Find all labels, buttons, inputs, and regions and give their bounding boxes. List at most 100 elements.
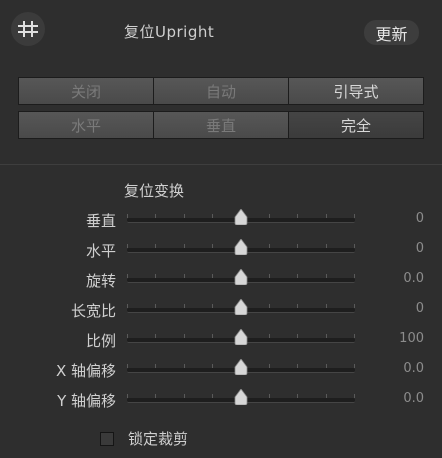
slider-tick (354, 274, 355, 278)
slider-row-y-offset: Y 轴偏移 0.0 (0, 388, 442, 412)
slider-tick (184, 394, 185, 398)
slider-row-scale: 比例 100 (0, 328, 442, 352)
slider-tick (155, 304, 156, 308)
slider-track-vertical[interactable] (127, 209, 355, 225)
slider-tick (127, 334, 128, 338)
transform-section-title: 复位变换 (124, 182, 185, 200)
slider-value-horizontal[interactable]: 0 (416, 241, 424, 256)
lock-crop-label: 锁定裁剪 (128, 430, 189, 448)
slider-tick (155, 364, 156, 368)
slider-tick (326, 274, 327, 278)
slider-tick (354, 304, 355, 308)
slider-label-rotate: 旋转 (85, 272, 116, 290)
slider-tick (326, 394, 327, 398)
slider-tick (184, 274, 185, 278)
slider-tick (127, 214, 128, 218)
slider-tick (184, 304, 185, 308)
update-button[interactable]: 更新 (364, 20, 419, 45)
slider-tick (269, 334, 270, 338)
panel-title: 复位Upright (124, 23, 215, 41)
slider-tick (326, 364, 327, 368)
slider-track-rotate[interactable] (127, 269, 355, 285)
lock-crop-option[interactable]: 锁定裁剪 (100, 428, 188, 449)
slider-tick (212, 214, 213, 218)
slider-tick (354, 334, 355, 338)
slider-track-x-offset[interactable] (127, 359, 355, 375)
slider-label-aspect: 长宽比 (70, 302, 116, 320)
mode-guided-button[interactable]: 引导式 (289, 78, 423, 104)
slider-value-aspect[interactable]: 0 (416, 301, 424, 316)
lock-crop-checkbox[interactable] (100, 431, 114, 446)
upright-mode-row-2: 水平 垂直 完全 (18, 111, 424, 139)
slider-tick (269, 364, 270, 368)
mode-off-button[interactable]: 关闭 (19, 78, 154, 104)
slider-tick (354, 244, 355, 248)
slider-tick (297, 244, 298, 248)
slider-tick (212, 244, 213, 248)
slider-tick (127, 394, 128, 398)
slider-tick (297, 274, 298, 278)
upright-grid-icon (18, 21, 38, 37)
slider-tick (155, 334, 156, 338)
slider-value-rotate[interactable]: 0.0 (403, 271, 424, 286)
slider-tick (155, 214, 156, 218)
slider-label-y-offset: Y 轴偏移 (57, 392, 116, 410)
slider-track-horizontal[interactable] (127, 239, 355, 255)
slider-tick (326, 214, 327, 218)
slider-track-aspect[interactable] (127, 299, 355, 315)
slider-tick (269, 394, 270, 398)
slider-value-scale[interactable]: 100 (399, 331, 424, 346)
slider-tick (269, 214, 270, 218)
slider-tick (354, 364, 355, 368)
slider-tick (326, 244, 327, 248)
mode-level-button[interactable]: 水平 (19, 112, 154, 138)
slider-tick (127, 364, 128, 368)
upright-mode-row-1: 关闭 自动 引导式 (18, 77, 424, 105)
slider-tick (212, 304, 213, 308)
slider-value-x-offset[interactable]: 0.0 (403, 361, 424, 376)
slider-label-scale: 比例 (85, 332, 116, 350)
slider-tick (127, 244, 128, 248)
upright-panel: 复位Upright 更新 关闭 自动 引导式 水平 垂直 完全 复位变换 垂直 0… (0, 0, 442, 458)
slider-tick (155, 394, 156, 398)
slider-track-scale[interactable] (127, 329, 355, 345)
slider-label-horizontal: 水平 (85, 242, 116, 260)
slider-tick (297, 304, 298, 308)
slider-row-horizontal: 水平 0 (0, 238, 442, 262)
slider-label-x-offset: X 轴偏移 (55, 362, 116, 380)
slider-tick (184, 334, 185, 338)
upright-tool-icon[interactable] (11, 12, 45, 46)
mode-auto-button[interactable]: 自动 (154, 78, 289, 104)
slider-track-y-offset[interactable] (127, 389, 355, 405)
slider-tick (326, 334, 327, 338)
slider-tick (212, 274, 213, 278)
slider-tick (127, 304, 128, 308)
slider-tick (297, 214, 298, 218)
slider-tick (212, 394, 213, 398)
slider-tick (269, 274, 270, 278)
slider-tick (212, 364, 213, 368)
slider-tick (269, 244, 270, 248)
section-divider (0, 164, 442, 165)
mode-full-button[interactable]: 完全 (289, 112, 423, 138)
slider-tick (155, 244, 156, 248)
slider-row-rotate: 旋转 0.0 (0, 268, 442, 292)
slider-tick (269, 304, 270, 308)
slider-row-x-offset: X 轴偏移 0.0 (0, 358, 442, 382)
slider-row-aspect: 长宽比 0 (0, 298, 442, 322)
slider-tick (184, 364, 185, 368)
slider-value-y-offset[interactable]: 0.0 (403, 391, 424, 406)
slider-tick (297, 364, 298, 368)
slider-value-vertical[interactable]: 0 (416, 211, 424, 226)
slider-tick (297, 334, 298, 338)
slider-tick (127, 274, 128, 278)
slider-tick (184, 214, 185, 218)
slider-tick (297, 394, 298, 398)
slider-tick (212, 334, 213, 338)
mode-vertical-button[interactable]: 垂直 (154, 112, 289, 138)
slider-tick (184, 244, 185, 248)
slider-tick (354, 214, 355, 218)
slider-row-vertical: 垂直 0 (0, 208, 442, 232)
slider-tick (326, 304, 327, 308)
slider-label-vertical: 垂直 (85, 212, 116, 230)
